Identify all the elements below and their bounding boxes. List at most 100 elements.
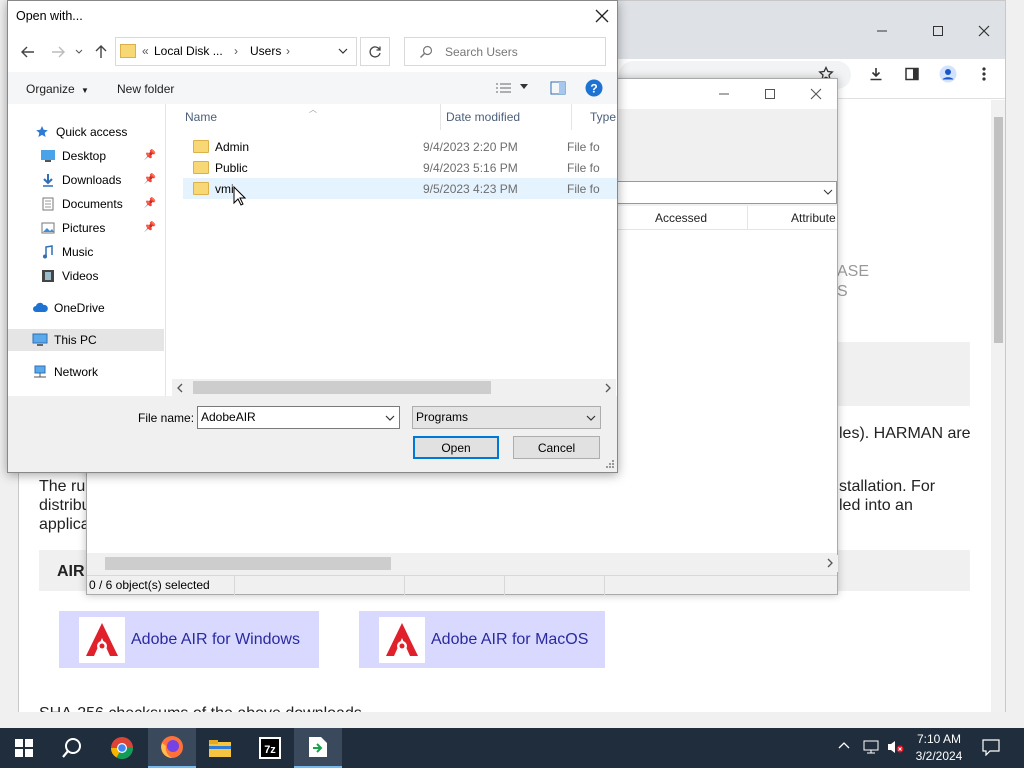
breadcrumb-overflow[interactable]: « [142,44,149,58]
maximize-icon[interactable] [747,79,793,109]
refresh-icon[interactable] [360,37,390,66]
recent-locations-icon[interactable] [72,42,86,62]
7zip-icon[interactable]: 7z [246,728,294,768]
resize-grip-icon[interactable] [606,460,614,468]
adobe-air-logo-icon [79,616,125,663]
download-windows-button[interactable]: Adobe AIR for Windows [59,611,319,668]
adobe-air-logo-icon [379,616,425,663]
column-name[interactable]: Name [167,104,441,130]
organize-label: Organize [26,82,75,96]
column-type[interactable]: Type [572,104,617,130]
music-icon [40,244,56,260]
file-row-public[interactable]: Public 9/4/2023 5:16 PM File fo [183,157,617,178]
horizontal-scrollbar[interactable] [105,555,838,572]
minimize-icon[interactable] [701,79,747,109]
column-accessed[interactable]: Accessed [655,211,707,225]
profile-icon[interactable] [935,61,961,87]
firefox-icon[interactable] [148,728,196,768]
nav-item-music[interactable]: Music [8,241,164,263]
column-attributes[interactable]: Attribute [791,211,836,225]
maximize-icon[interactable] [915,16,961,46]
search-box[interactable]: Search Users [404,37,606,66]
videos-icon [40,268,56,284]
folder-icon [193,140,209,153]
nav-item-videos[interactable]: Videos [8,265,164,287]
path-dropdown[interactable] [617,181,837,204]
breadcrumb-local-disk[interactable]: Local Disk ... [154,44,223,58]
horizontal-scrollbar-thumb[interactable] [193,381,491,394]
status-selection: 0 / 6 object(s) selected [87,576,235,595]
notifications-icon[interactable] [982,738,1000,756]
new-folder-button[interactable]: New folder [117,82,174,96]
nav-item-pictures[interactable]: Pictures 📌 [8,217,164,239]
chrome-icon[interactable] [98,728,146,768]
scroll-left-icon[interactable] [176,383,184,393]
file-type: File fo [567,139,600,154]
address-bar[interactable]: « Local Disk ... › Users › [115,37,357,66]
cloud-icon [32,300,48,316]
pin-icon[interactable]: 📌 [144,222,156,233]
view-options-icon[interactable] [495,82,513,94]
close-icon[interactable] [961,16,1007,46]
search-icon[interactable] [48,728,96,768]
chevron-right-icon[interactable]: › [286,44,290,58]
file-row-vmi[interactable]: vmi 9/5/2023 4:23 PM File fo [183,178,617,199]
network-status-icon[interactable] [862,739,880,755]
nav-item-desktop[interactable]: Desktop 📌 [8,145,164,167]
horizontal-scrollbar-thumb[interactable] [105,557,391,570]
file-list[interactable]: ︿ Name Date modified Type Admin 9/4/2023… [167,104,617,396]
open-button[interactable]: Open [413,436,499,459]
back-arrow-icon[interactable] [18,42,38,62]
mouse-cursor-icon [233,186,246,206]
side-panel-icon[interactable] [899,61,925,87]
volume-muted-icon[interactable] [886,739,904,755]
file-date: 9/4/2023 5:16 PM [423,160,518,175]
chevron-down-icon[interactable] [338,47,348,55]
chevron-right-icon[interactable]: › [234,44,238,58]
scroll-right-icon[interactable] [604,383,612,393]
download-mac-button[interactable]: Adobe AIR for MacOS [359,611,605,668]
minimize-icon[interactable] [859,16,905,46]
close-icon[interactable] [793,79,839,109]
nav-item-downloads[interactable]: Downloads 📌 [8,169,164,191]
pin-icon[interactable]: 📌 [144,198,156,209]
chevron-up-icon[interactable] [838,741,850,749]
nav-item-this-pc[interactable]: This PC [8,329,164,351]
preview-pane-icon[interactable] [550,81,566,95]
partial-text: S [837,283,848,300]
view-dropdown-icon[interactable] [520,84,528,90]
paragraph-fragment: les). HARMAN are [839,425,971,442]
cancel-button[interactable]: Cancel [513,436,600,459]
nav-label: Downloads [62,173,122,187]
navigation-pane: Quick access Desktop 📌 Downloads 📌 Docum… [8,104,166,396]
status-bar: 0 / 6 object(s) selected [87,575,837,595]
desktop-icon [40,148,56,164]
breadcrumb-users[interactable]: Users [250,44,281,58]
downloads-icon[interactable] [863,61,889,87]
forward-arrow-icon[interactable] [48,42,68,62]
file-row-admin[interactable]: Admin 9/4/2023 2:20 PM File fo [183,136,617,157]
installer-icon[interactable] [294,728,342,768]
clock[interactable]: 7:10 AM 3/2/2024 [908,731,970,765]
pin-icon[interactable]: 📌 [144,174,156,185]
file-name-input[interactable]: AdobeAIR [197,406,400,429]
nav-item-documents[interactable]: Documents 📌 [8,193,164,215]
file-explorer-icon[interactable] [196,728,244,768]
nav-item-quick-access[interactable]: Quick access [8,121,164,143]
page-scrollbar-thumb[interactable] [994,117,1003,343]
nav-item-network[interactable]: Network [8,361,164,383]
file-name-label: File name: [138,411,195,425]
close-icon[interactable] [590,4,614,28]
start-button[interactable] [0,728,48,768]
scroll-right-icon[interactable] [826,558,834,568]
organize-button[interactable]: Organize ▼ [26,82,89,96]
file-type-select[interactable]: Programs [412,406,601,429]
pin-icon[interactable]: 📌 [144,150,156,161]
column-date-modified[interactable]: Date modified [428,104,572,130]
menu-kebab-icon[interactable] [971,61,997,87]
help-icon[interactable]: ? [585,79,603,97]
folder-icon [120,44,136,58]
up-arrow-icon[interactable] [91,42,111,62]
nav-item-onedrive[interactable]: OneDrive [8,297,164,319]
chevron-down-icon[interactable] [385,414,395,422]
